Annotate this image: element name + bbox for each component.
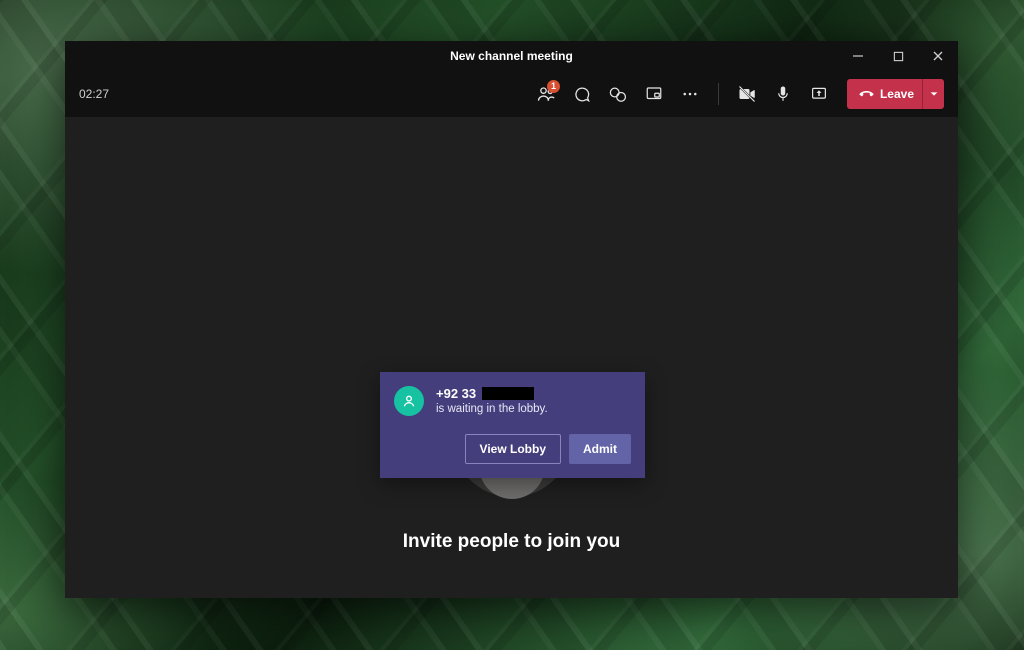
call-timer: 02:27 — [79, 87, 109, 101]
rooms-button[interactable] — [638, 78, 670, 110]
caller-avatar — [394, 386, 424, 416]
minimize-button[interactable] — [838, 41, 878, 71]
lobby-message: is waiting in the lobby. — [436, 403, 548, 415]
meeting-stage: +92 33 is waiting in the lobby. View Lob… — [65, 117, 958, 598]
participants-badge: 1 — [547, 80, 560, 93]
participants-button[interactable]: 1 — [530, 78, 562, 110]
view-lobby-button[interactable]: View Lobby — [465, 434, 561, 464]
share-button[interactable] — [803, 78, 835, 110]
close-button[interactable] — [918, 41, 958, 71]
hangup-icon — [859, 85, 874, 103]
window-controls — [838, 41, 958, 71]
invite-heading: Invite people to join you — [65, 531, 958, 553]
caller-number: +92 33 — [436, 386, 476, 401]
lobby-notification: +92 33 is waiting in the lobby. View Lob… — [380, 372, 645, 478]
camera-button[interactable] — [731, 78, 763, 110]
chat-button[interactable] — [566, 78, 598, 110]
microphone-button[interactable] — [767, 78, 799, 110]
leave-label-text: Leave — [880, 87, 914, 101]
meeting-toolbar: 02:27 1 — [65, 71, 958, 117]
reactions-button[interactable] — [602, 78, 634, 110]
toolbar-divider — [718, 83, 719, 105]
titlebar: New channel meeting — [65, 41, 958, 71]
more-actions-button[interactable] — [674, 78, 706, 110]
meeting-window: New channel meeting 02:27 1 — [65, 41, 958, 598]
window-title: New channel meeting — [450, 49, 573, 63]
redacted-number — [482, 387, 534, 400]
admit-button[interactable]: Admit — [569, 434, 631, 464]
leave-caret[interactable] — [922, 79, 944, 109]
leave-button[interactable]: Leave — [847, 79, 944, 109]
maximize-button[interactable] — [878, 41, 918, 71]
